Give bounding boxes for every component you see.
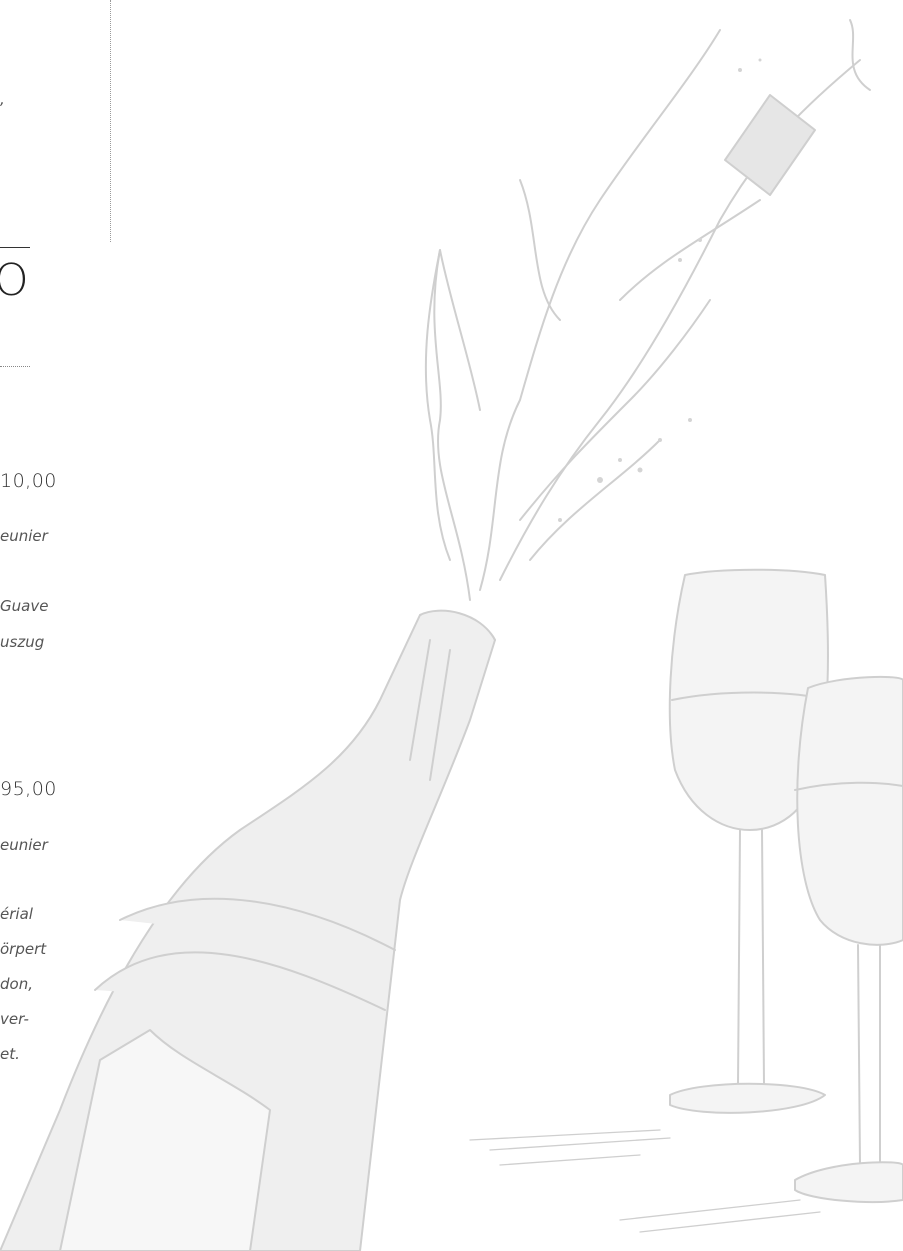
bubbles-icon: [558, 58, 762, 522]
champagne-splash-icon: [424, 19, 871, 601]
champagne-illustration: [0, 19, 903, 1251]
bottle-icon: [0, 609, 496, 1251]
wine-glass-icon: [794, 675, 903, 1203]
floor-sketch-icon: [469, 1129, 821, 1233]
cork-icon: [724, 94, 816, 196]
